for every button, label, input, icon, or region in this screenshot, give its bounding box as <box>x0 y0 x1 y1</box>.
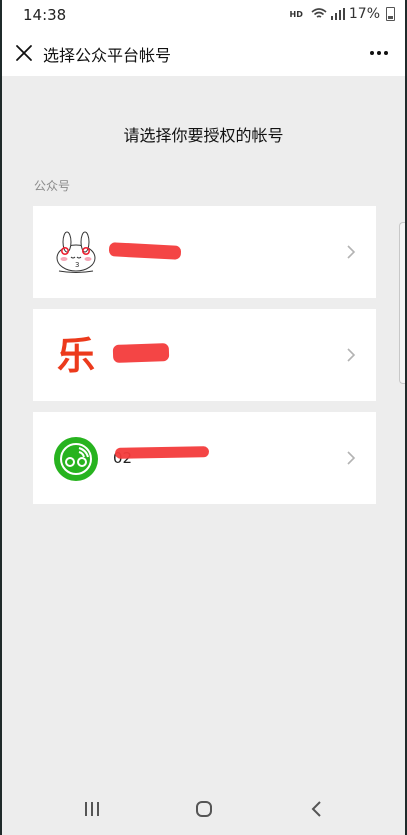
bunny-avatar-icon: 3 <box>56 231 96 273</box>
redaction-mark <box>108 242 182 260</box>
back-icon <box>311 801 321 817</box>
select-account-prompt: 请选择你要授权的帐号 <box>123 126 284 145</box>
close-button[interactable] <box>10 39 38 67</box>
recent-apps-button[interactable] <box>80 797 104 821</box>
more-button[interactable] <box>365 41 393 65</box>
account-item[interactable]: 3 <box>33 206 376 298</box>
redaction-mark <box>112 343 170 363</box>
back-button[interactable] <box>305 797 329 821</box>
status-time: 14:38 <box>23 6 67 24</box>
home-icon <box>196 801 212 817</box>
wechat-screen: 14:38 HD 17% 选择公众平台帐号 请选择你要授权的帐号 公众号 3 乐 <box>2 0 405 835</box>
more-icon <box>370 51 388 55</box>
hd-icon: HD <box>289 9 303 19</box>
wifi-icon <box>311 8 327 18</box>
svg-text:3: 3 <box>75 261 79 269</box>
account-item[interactable]: 乐 <box>33 309 376 401</box>
status-bar: 14:38 HD 17% <box>2 0 405 30</box>
chevron-right-icon <box>347 348 356 362</box>
chevron-right-icon <box>347 245 356 259</box>
page-title: 选择公众平台帐号 <box>43 46 172 65</box>
edge-panel-handle[interactable] <box>399 222 405 384</box>
account-item[interactable]: 02 <box>33 412 376 504</box>
chevron-right-icon <box>347 451 356 465</box>
green-circle-logo-icon <box>54 437 98 481</box>
section-label: 公众号 <box>34 179 71 193</box>
status-icons: HD 17% <box>290 6 395 22</box>
battery-text: 17% <box>348 6 380 22</box>
signal-icon <box>330 8 345 20</box>
recent-apps-icon <box>85 802 99 816</box>
close-icon <box>16 45 32 61</box>
redaction-mark <box>114 446 210 459</box>
home-button[interactable] <box>192 797 216 821</box>
system-nav-bar <box>2 783 405 835</box>
battery-icon <box>386 7 395 21</box>
le-logo-icon: 乐 <box>56 334 95 378</box>
title-bar: 选择公众平台帐号 <box>2 30 405 76</box>
